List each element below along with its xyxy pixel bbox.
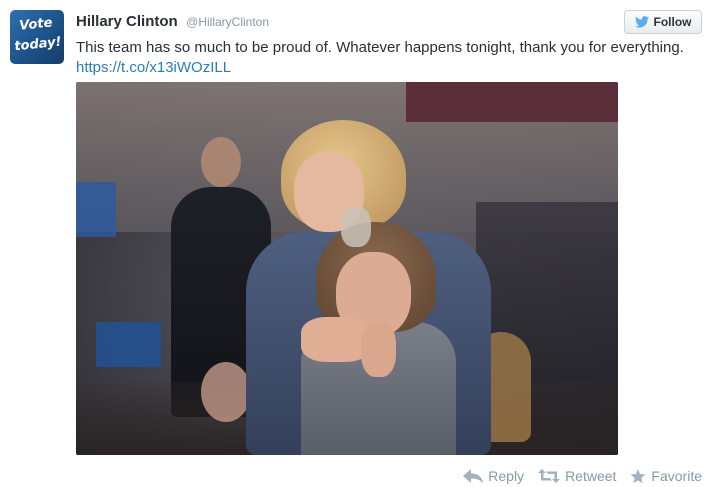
follow-button[interactable]: Follow — [624, 10, 702, 34]
avatar[interactable]: Vote today! — [10, 10, 64, 64]
tweet-text: This team has so much to be proud of. Wh… — [76, 38, 686, 78]
photo-girl-hand — [361, 322, 396, 377]
retweet-icon — [538, 469, 561, 483]
photo-woman-left-face — [201, 362, 251, 422]
photo-campaign-sign — [96, 322, 161, 367]
photo-blue-sign — [76, 182, 116, 237]
favorite-button[interactable]: Favorite — [630, 468, 702, 484]
follow-button-label: Follow — [653, 15, 692, 29]
retweet-label: Retweet — [565, 468, 617, 484]
twitter-bird-icon — [634, 16, 649, 28]
star-icon — [630, 468, 646, 483]
avatar-text-line2: today! — [13, 34, 63, 55]
photo-girl-tiara — [341, 207, 371, 247]
tweet-photo[interactable] — [76, 82, 618, 455]
tweet-link[interactable]: https://t.co/x13iWOzILL — [76, 59, 231, 76]
tweet-actions: Reply Retweet Favorite — [463, 468, 702, 484]
tweet-body: This team has so much to be proud of. Wh… — [76, 39, 684, 56]
tweet-card: Vote today! Hillary Clinton @HillaryClin… — [0, 0, 710, 487]
reply-arrow-icon — [463, 469, 484, 483]
photo-background-man-head — [201, 137, 241, 187]
reply-label: Reply — [488, 468, 525, 484]
photo-banner — [406, 82, 618, 122]
avatar-text: Vote today! — [10, 12, 64, 57]
reply-button[interactable]: Reply — [463, 468, 524, 484]
favorite-label: Favorite — [651, 468, 702, 484]
retweet-button[interactable]: Retweet — [538, 468, 616, 484]
user-name[interactable]: Hillary Clinton — [76, 13, 178, 30]
user-handle[interactable]: @HillaryClinton — [186, 15, 269, 29]
tweet-header: Hillary Clinton @HillaryClinton — [76, 13, 269, 33]
